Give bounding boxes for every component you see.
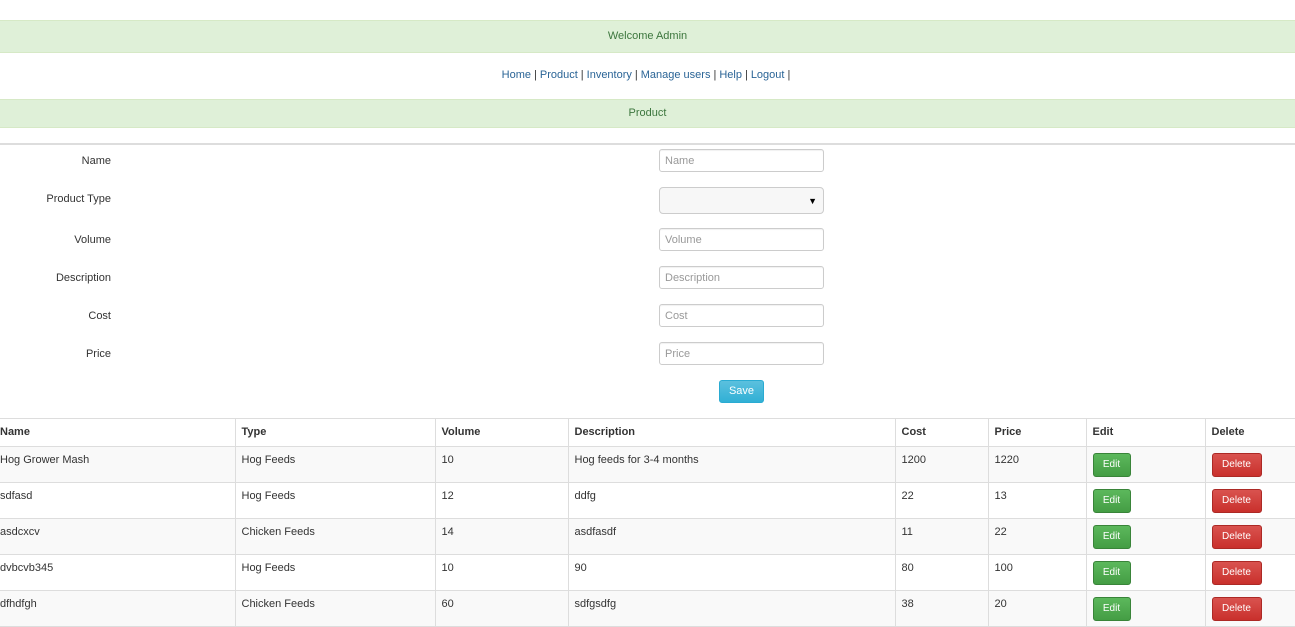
nav-home-link[interactable]: Home (502, 69, 531, 81)
price-input[interactable] (659, 342, 824, 365)
cell-edit: Edit (1085, 446, 1205, 483)
products-table: Name Type Volume Description Cost Price … (0, 418, 1295, 627)
column-header-name: Name (0, 418, 235, 447)
volume-label: Volume (74, 234, 111, 246)
description-input[interactable] (659, 266, 824, 289)
table-row: dvbcvb345 Hog Feeds 10 90 80 100 Edit De… (0, 554, 1295, 591)
cell-volume: 10 (434, 446, 568, 483)
cell-description: sdfgsdfg (567, 590, 895, 627)
form-divider (0, 143, 1295, 145)
table-row: sdfasd Hog Feeds 12 ddfg 22 13 Edit Dele… (0, 482, 1295, 519)
column-header-description: Description (567, 418, 895, 447)
nav-logout-link[interactable]: Logout (751, 69, 785, 81)
delete-button[interactable]: Delete (1211, 525, 1262, 549)
cell-delete: Delete (1204, 446, 1295, 483)
table-header-row: Name Type Volume Description Cost Price … (0, 418, 1295, 447)
nav-help-link[interactable]: Help (719, 69, 742, 81)
cell-delete: Delete (1204, 590, 1295, 627)
cell-delete: Delete (1204, 482, 1295, 519)
cell-type: Hog Feeds (234, 482, 435, 519)
cell-name: Hog Grower Mash (0, 446, 235, 483)
cell-type: Hog Feeds (234, 554, 435, 591)
cell-edit: Edit (1085, 554, 1205, 591)
column-header-cost: Cost (894, 418, 988, 447)
cost-input[interactable] (659, 304, 824, 327)
cell-cost: 22 (894, 482, 988, 519)
nav-separator: | (534, 69, 537, 81)
nav-inventory-link[interactable]: Inventory (587, 69, 632, 81)
cell-price: 100 (987, 554, 1086, 591)
cell-name: dfhdfgh (0, 590, 235, 627)
cell-description: Hog feeds for 3-4 months (567, 446, 895, 483)
cell-volume: 10 (434, 554, 568, 591)
product-type-select[interactable]: ▼ (659, 187, 824, 214)
delete-button[interactable]: Delete (1211, 597, 1262, 621)
welcome-banner: Welcome Admin (0, 20, 1295, 53)
table-row: dfhdfgh Chicken Feeds 60 sdfgsdfg 38 20 … (0, 590, 1295, 627)
column-header-volume: Volume (434, 418, 568, 447)
edit-button[interactable]: Edit (1092, 489, 1131, 513)
delete-button[interactable]: Delete (1211, 453, 1262, 477)
delete-button[interactable]: Delete (1211, 561, 1262, 585)
cell-edit: Edit (1085, 518, 1205, 555)
cell-edit: Edit (1085, 590, 1205, 627)
cell-price: 13 (987, 482, 1086, 519)
price-label: Price (85, 348, 111, 360)
cell-cost: 11 (894, 518, 988, 555)
product-type-label: Product Type (46, 193, 111, 205)
nav-separator: | (744, 69, 748, 81)
cell-edit: Edit (1085, 482, 1205, 519)
cell-name: asdcxcv (0, 518, 235, 555)
table-row: Hog Grower Mash Hog Feeds 10 Hog feeds f… (0, 446, 1295, 483)
nav-separator: | (580, 69, 584, 81)
edit-button[interactable]: Edit (1092, 597, 1131, 621)
cell-volume: 12 (434, 482, 568, 519)
cell-price: 22 (987, 518, 1086, 555)
column-header-delete: Delete (1204, 418, 1295, 447)
cell-volume: 14 (434, 518, 568, 555)
section-title: Product (628, 107, 667, 119)
cell-delete: Delete (1204, 554, 1295, 591)
cell-description: asdfasdf (567, 518, 895, 555)
name-input[interactable] (659, 149, 824, 172)
cell-description: ddfg (567, 482, 895, 519)
description-label: Description (55, 272, 111, 284)
nav-separator: | (713, 69, 717, 81)
cell-description: 90 (567, 554, 895, 591)
nav-product-link[interactable]: Product (540, 69, 578, 81)
cell-type: Hog Feeds (234, 446, 435, 483)
cell-name: dvbcvb345 (0, 554, 235, 591)
nav-manage-users-link[interactable]: Manage users (641, 69, 711, 81)
welcome-text: Welcome Admin (607, 30, 688, 42)
column-header-edit: Edit (1085, 418, 1205, 447)
caret-down-icon: ▼ (808, 196, 817, 206)
cell-name: sdfasd (0, 482, 235, 519)
column-header-type: Type (234, 418, 435, 447)
volume-input[interactable] (659, 228, 824, 251)
nav-separator: | (634, 69, 638, 81)
delete-button[interactable]: Delete (1211, 489, 1262, 513)
edit-button[interactable]: Edit (1092, 453, 1131, 477)
name-label: Name (81, 155, 111, 167)
edit-button[interactable]: Edit (1092, 561, 1131, 585)
cell-cost: 80 (894, 554, 988, 591)
cell-volume: 60 (434, 590, 568, 627)
save-button[interactable]: Save (719, 380, 764, 403)
table-row: asdcxcv Chicken Feeds 14 asdfasdf 11 22 … (0, 518, 1295, 555)
cell-delete: Delete (1204, 518, 1295, 555)
nav-separator: | (787, 69, 791, 81)
cell-cost: 38 (894, 590, 988, 627)
cost-label: Cost (88, 310, 111, 322)
cell-price: 20 (987, 590, 1086, 627)
section-banner: Product (0, 99, 1295, 128)
edit-button[interactable]: Edit (1092, 525, 1131, 549)
cell-price: 1220 (987, 446, 1086, 483)
cell-type: Chicken Feeds (234, 590, 435, 627)
cell-type: Chicken Feeds (234, 518, 435, 555)
column-header-price: Price (987, 418, 1086, 447)
main-nav: Home | Product | Inventory | Manage users | Help… (0, 68, 1295, 82)
cell-cost: 1200 (894, 446, 988, 483)
